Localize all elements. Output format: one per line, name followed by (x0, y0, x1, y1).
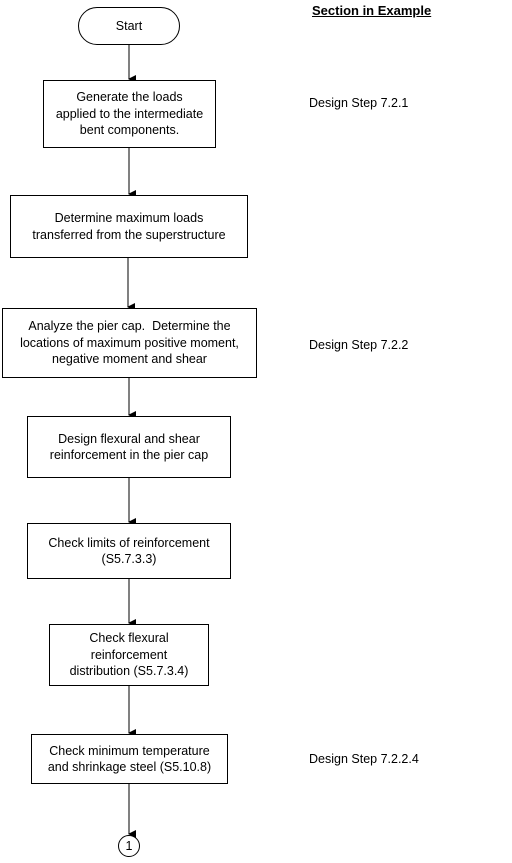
step-line: Check minimum temperature (49, 743, 210, 758)
step-line: reinforcement in the pier cap (49, 448, 209, 462)
connector-label: 1 (125, 839, 133, 853)
step-line: locations of maximum positive moment, (20, 335, 239, 350)
step-line: Generate the loads (76, 90, 183, 105)
step-line: reinforcement (90, 647, 168, 662)
section-label-step1: Design Step 7.2.1 (309, 96, 409, 110)
step-line: bent components. (79, 123, 180, 138)
section-label-step3: Design Step 7.2.2 (309, 338, 409, 352)
section-label-step7: Design Step 7.2.2.4 (309, 752, 419, 766)
section-in-example-header: Section in Example (312, 3, 432, 18)
step-check-flexural-distribution: Check flexural reinforcement distributio… (49, 624, 209, 686)
step-line: Check limits of reinforcement (48, 535, 210, 550)
off-page-connector: 1 (118, 835, 140, 857)
step-line: transferred from the superstructure (32, 227, 226, 242)
step-design-reinforcement: Design flexural and shear reinforcement … (27, 416, 231, 478)
step-line: Analyze the pier cap. Determine the (28, 319, 231, 334)
step-line: negative moment and shear (52, 352, 207, 367)
step-line: Check flexural (89, 631, 169, 646)
step-check-temperature-shrinkage: Check minimum temperature and shrinkage … (31, 734, 228, 784)
step-determine-max-loads: Determine maximum loads transferred from… (10, 195, 248, 258)
step-line: applied to the intermediate (55, 106, 204, 121)
step-generate-loads: Generate the loads applied to the interm… (43, 80, 216, 148)
step-line: distribution (S5.7.3.4) (69, 664, 189, 679)
step-analyze-pier-cap: Analyze the pier cap. Determine the loca… (2, 308, 257, 378)
step-line: (S5.7.3.3) (101, 552, 157, 566)
step-line: Determine maximum loads (54, 211, 204, 225)
step-check-limits: Check limits of reinforcement (S5.7.3.3) (27, 523, 231, 579)
step-line: and shrinkage steel (S5.10.8) (47, 760, 212, 774)
step-line: Design flexural and shear (58, 431, 200, 446)
start-terminal: Start (78, 7, 180, 45)
start-label: Start (115, 18, 143, 33)
